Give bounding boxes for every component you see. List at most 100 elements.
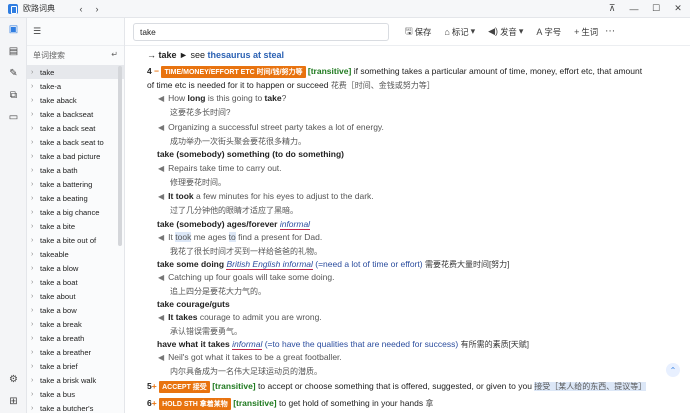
example-3: ◀ Repairs take time to carry out.	[158, 163, 282, 173]
chevron-right-icon: ›	[31, 138, 34, 146]
chevron-right-icon: ›	[31, 320, 34, 328]
close-icon[interactable]: ✕	[670, 1, 686, 17]
save-icon: 🖫	[405, 25, 413, 36]
example-7: ◀ It takes courage to admit you are wrong…	[158, 312, 322, 322]
word-list-sidebar: ☰ 单词搜索 ↵ › take › take-a › take aback › take…	[27, 18, 125, 413]
speaker-icon[interactable]: ◀	[158, 233, 164, 242]
list-item[interactable]: › take a beating	[27, 191, 124, 205]
chevron-right-icon: ›	[31, 96, 34, 104]
pen-icon[interactable]: ✎	[0, 62, 27, 84]
phrase-5: have what it takes informal (=to have th…	[157, 339, 530, 350]
example-2-translation: 成功举办一次街头聚会要花很多精力。	[170, 137, 306, 146]
chevron-right-icon: ›	[31, 166, 34, 174]
list-item[interactable]: › take a brisk walk	[27, 373, 124, 387]
example-4: ◀ It took a few minutes for his eyes to a…	[158, 191, 374, 201]
speaker-icon[interactable]: ◀	[158, 313, 164, 322]
list-item[interactable]: › take a backseat	[27, 107, 124, 121]
speaker-icon[interactable]: ◀	[158, 94, 164, 103]
font-size-button[interactable]: A 字号	[536, 26, 561, 38]
sense-6: 6+ HOLD STH 拿着某物 [transitive] to get hol…	[147, 398, 434, 410]
app-logo-icon	[8, 3, 18, 14]
list-item[interactable]: › take	[27, 65, 124, 79]
phrase-2: take (somebody) ages/forever informal	[157, 219, 311, 230]
list-icon[interactable]: ☰	[27, 18, 124, 46]
tag-icon: ⌂	[444, 26, 450, 37]
folder-icon[interactable]: ▭	[0, 106, 27, 128]
list-item[interactable]: › take a breather	[27, 345, 124, 359]
list-item[interactable]: › take a bite out of	[27, 233, 124, 247]
mark-button[interactable]: ⌂ 标记 ▾	[444, 26, 475, 38]
list-item[interactable]: › take a butcher's	[27, 401, 124, 413]
chevron-down-icon: ▾	[470, 26, 476, 36]
speaker-icon[interactable]: ◀	[158, 192, 164, 201]
top-toolbar: 🖫保存 ⌂标记▾ ◀)发音▾ A字号 +生词 ⋯	[125, 18, 690, 46]
book-icon[interactable]: ▤	[0, 40, 27, 62]
chevron-right-icon: ›	[31, 292, 34, 300]
sense-tag: ACCEPT 接受	[159, 381, 210, 393]
speaker-icon[interactable]: ◀	[158, 164, 164, 173]
chevron-right-icon: ›	[31, 194, 34, 202]
list-item[interactable]: › take a back seat to	[27, 135, 124, 149]
translate-icon[interactable]: ⧉	[0, 84, 27, 106]
phrase-4: take courage/guts	[157, 299, 230, 309]
grid-icon[interactable]: ⊞	[0, 390, 27, 412]
list-item[interactable]: › take about	[27, 289, 124, 303]
list-item[interactable]: › take a bad picture	[27, 149, 124, 163]
see-also-line: → take ► see thesaurus at steal	[147, 50, 284, 60]
minimize-icon[interactable]: —	[626, 1, 642, 17]
list-item[interactable]: › take a big chance	[27, 205, 124, 219]
list-item[interactable]: › take-a	[27, 79, 124, 93]
list-item[interactable]: › take a back seat	[27, 121, 124, 135]
chevron-right-icon: ›	[31, 180, 34, 188]
forward-icon[interactable]: ›	[89, 1, 105, 17]
vocab-button[interactable]: + 生词	[574, 26, 598, 38]
phrase-3: take some doing British English informal…	[157, 259, 510, 270]
list-item[interactable]: › take a battering	[27, 177, 124, 191]
list-item[interactable]: › take aback	[27, 93, 124, 107]
settings-icon[interactable]: ⚙	[0, 368, 27, 390]
phrase-1: take (somebody) something (to do somethi…	[157, 149, 345, 159]
list-item[interactable]: › take a boat	[27, 275, 124, 289]
list-item[interactable]: › take a bite	[27, 219, 124, 233]
search-input[interactable]	[133, 22, 389, 41]
chevron-right-icon: ›	[31, 264, 34, 272]
list-item[interactable]: › take a bow	[27, 303, 124, 317]
list-item[interactable]: › take a bath	[27, 163, 124, 177]
list-item[interactable]: › take a brief	[27, 359, 124, 373]
chevron-right-icon: ›	[31, 306, 34, 314]
see-link[interactable]: thesaurus at steal	[207, 50, 284, 60]
enter-icon[interactable]: ↵	[111, 50, 118, 61]
dictionary-icon[interactable]: ▣	[0, 18, 27, 40]
chevron-down-icon: ▾	[518, 26, 524, 36]
clipped-previous-line	[143, 46, 145, 48]
maximize-icon[interactable]: ☐	[648, 1, 664, 17]
sense-4-line2: of time etc is needed for it to happen o…	[147, 80, 435, 90]
expand-icon[interactable]: −	[154, 66, 159, 76]
list-item[interactable]: › take a bus	[27, 387, 124, 401]
chevron-right-icon: ›	[31, 362, 34, 370]
example-6-translation: 追上四分是要花大力气的。	[170, 287, 266, 296]
back-icon[interactable]: ‹	[73, 1, 89, 17]
example-3-translation: 修理要花时间。	[170, 178, 226, 187]
chevron-right-icon: ›	[31, 278, 34, 286]
list-item[interactable]: › takeable	[27, 247, 124, 261]
title-bar: 欧路词典 ‹ › ⊼ — ☐ ✕	[0, 0, 690, 18]
pin-icon[interactable]: ⊼	[604, 1, 620, 17]
list-item[interactable]: › take a breath	[27, 331, 124, 345]
expand-icon[interactable]: +	[152, 381, 157, 391]
sense-4-line1: 4 − TIME/MONEY/EFFORT ETC 时间/钱/努力等 [tran…	[147, 66, 643, 78]
entry-content: → take ► see thesaurus at steal 4 − TIME…	[125, 46, 690, 413]
list-item[interactable]: › take a break	[27, 317, 124, 331]
more-icon[interactable]: ⋯	[600, 23, 620, 41]
speak-button[interactable]: ◀) 发音 ▾	[488, 26, 523, 38]
speaker-icon[interactable]: ◀	[158, 123, 164, 132]
expand-icon[interactable]: +	[152, 398, 157, 408]
save-button[interactable]: 🖫 保存	[405, 24, 431, 40]
speaker-icon[interactable]: ◀	[158, 273, 164, 282]
sidebar-scrollbar[interactable]	[118, 66, 122, 246]
example-1-translation: 这要花多长时间?	[170, 108, 231, 117]
list-item[interactable]: › take a blow	[27, 261, 124, 275]
example-4-translation: 过了几分钟他的眼睛才适应了黑暗。	[170, 206, 298, 215]
scroll-top-icon[interactable]: ⌃	[666, 363, 680, 377]
speaker-icon[interactable]: ◀	[158, 353, 164, 362]
